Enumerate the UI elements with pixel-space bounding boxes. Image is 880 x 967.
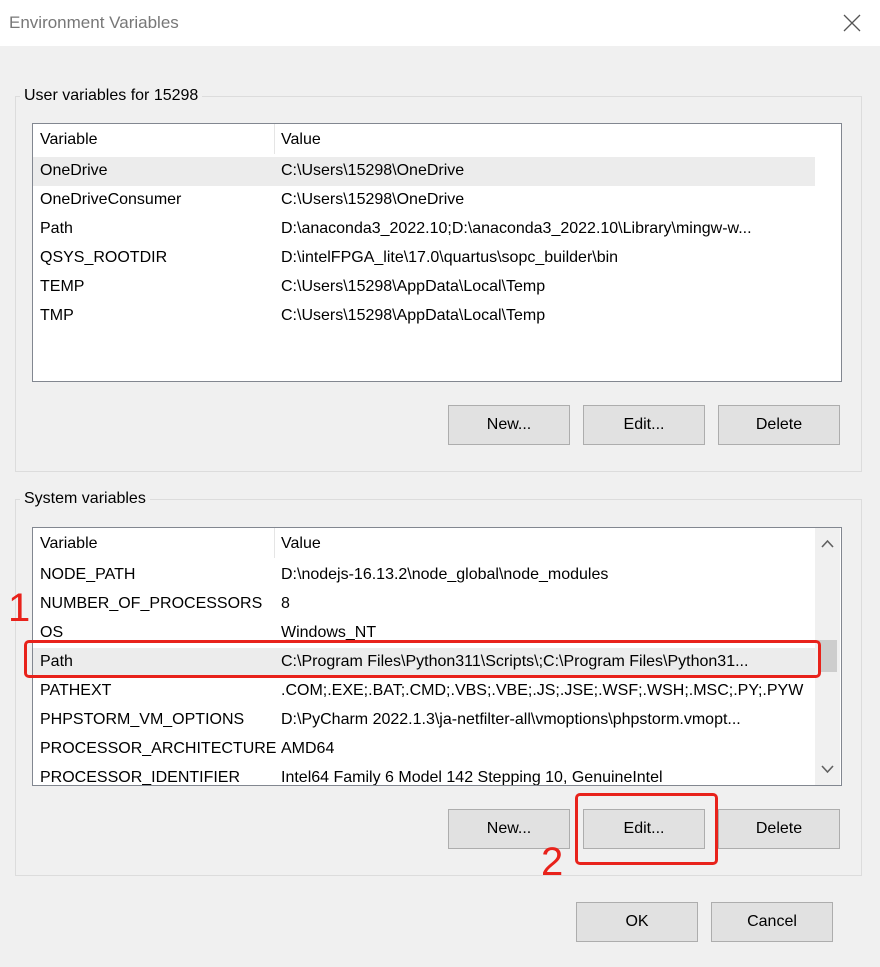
scroll-down-button[interactable] bbox=[815, 755, 840, 785]
variable-name: OneDrive bbox=[40, 162, 108, 179]
cancel-button[interactable]: Cancel bbox=[711, 902, 833, 942]
variable-name: TMP bbox=[40, 307, 74, 324]
annotation-step-1: 1 bbox=[8, 586, 31, 630]
variable-name: NUMBER_OF_PROCESSORS bbox=[40, 595, 263, 612]
user-variables-label: User variables for 15298 bbox=[20, 87, 203, 105]
list-item[interactable]: PROCESSOR_IDENTIFIER Intel64 Family 6 Mo… bbox=[33, 764, 815, 786]
variable-name: TEMP bbox=[40, 278, 85, 295]
scroll-up-button[interactable] bbox=[815, 528, 840, 558]
ok-button[interactable]: OK bbox=[576, 902, 698, 942]
user-delete-button[interactable]: Delete bbox=[718, 405, 840, 445]
variable-value: C:\Users\15298\AppData\Local\Temp bbox=[281, 278, 546, 295]
variable-value: Intel64 Family 6 Model 142 Stepping 10, … bbox=[281, 769, 663, 786]
variable-value: D:\intelFPGA_lite\17.0\quartus\sopc_buil… bbox=[281, 249, 619, 266]
list-item[interactable]: NODE_PATH D:\nodejs-16.13.2\node_global\… bbox=[33, 561, 815, 590]
user-new-button[interactable]: New... bbox=[448, 405, 570, 445]
list-item[interactable]: TMP C:\Users\15298\AppData\Local\Temp bbox=[33, 302, 815, 331]
list-header: Variable Value bbox=[33, 124, 815, 154]
list-item[interactable]: Path D:\anaconda3_2022.10;D:\anaconda3_2… bbox=[33, 215, 815, 244]
annotation-highlight-edit-button bbox=[575, 793, 718, 865]
variable-value: C:\Users\15298\OneDrive bbox=[281, 162, 465, 179]
list-item[interactable]: QSYS_ROOTDIR D:\intelFPGA_lite\17.0\quar… bbox=[33, 244, 815, 273]
variable-value: D:\PyCharm 2022.1.3\ja-netfilter-all\vmo… bbox=[281, 711, 741, 728]
column-header-value[interactable]: Value bbox=[281, 535, 321, 553]
column-header-value[interactable]: Value bbox=[281, 131, 321, 149]
close-icon bbox=[843, 14, 861, 32]
list-item[interactable]: PHPSTORM_VM_OPTIONS D:\PyCharm 2022.1.3\… bbox=[33, 706, 815, 735]
system-delete-button[interactable]: Delete bbox=[718, 809, 840, 849]
annotation-step-2: 2 bbox=[541, 840, 564, 884]
column-separator[interactable] bbox=[274, 124, 275, 154]
column-header-variable[interactable]: Variable bbox=[40, 131, 98, 149]
variable-name: PHPSTORM_VM_OPTIONS bbox=[40, 711, 245, 728]
user-edit-button[interactable]: Edit... bbox=[583, 405, 705, 445]
variable-name: Path bbox=[40, 220, 73, 237]
variable-value: D:\anaconda3_2022.10;D:\anaconda3_2022.1… bbox=[281, 220, 752, 237]
column-header-variable[interactable]: Variable bbox=[40, 535, 98, 553]
user-variables-list[interactable]: Variable Value OneDrive C:\Users\15298\O… bbox=[32, 123, 842, 382]
annotation-highlight-path-row bbox=[24, 640, 821, 678]
variable-value: C:\Users\15298\OneDrive bbox=[281, 191, 465, 208]
close-button[interactable] bbox=[830, 4, 876, 42]
list-item[interactable]: OneDrive C:\Users\15298\OneDrive bbox=[33, 157, 815, 186]
variable-value: AMD64 bbox=[281, 740, 335, 757]
chevron-up-icon bbox=[821, 539, 834, 548]
variable-name: QSYS_ROOTDIR bbox=[40, 249, 168, 266]
variable-value: .COM;.EXE;.BAT;.CMD;.VBS;.VBE;.JS;.JSE;.… bbox=[281, 682, 804, 699]
variable-name: PROCESSOR_IDENTIFIER bbox=[40, 769, 241, 786]
window-title: Environment Variables bbox=[9, 13, 179, 32]
list-header: Variable Value bbox=[33, 528, 815, 558]
variable-value: D:\nodejs-16.13.2\node_global\node_modul… bbox=[281, 566, 609, 583]
list-item[interactable]: TEMP C:\Users\15298\AppData\Local\Temp bbox=[33, 273, 815, 302]
list-item[interactable]: PATHEXT .COM;.EXE;.BAT;.CMD;.VBS;.VBE;.J… bbox=[33, 677, 815, 706]
variable-value: 8 bbox=[281, 595, 290, 612]
list-item[interactable]: OneDriveConsumer C:\Users\15298\OneDrive bbox=[33, 186, 815, 215]
variable-name: PATHEXT bbox=[40, 682, 112, 699]
column-separator[interactable] bbox=[274, 528, 275, 558]
list-item[interactable]: NUMBER_OF_PROCESSORS 8 bbox=[33, 590, 815, 619]
variable-name: PROCESSOR_ARCHITECTURE bbox=[40, 740, 277, 757]
title-bar: Environment Variables bbox=[0, 0, 880, 46]
chevron-down-icon bbox=[821, 765, 834, 774]
system-variables-label: System variables bbox=[20, 490, 150, 508]
list-item[interactable]: PROCESSOR_ARCHITECTURE AMD64 bbox=[33, 735, 815, 764]
variable-name: OneDriveConsumer bbox=[40, 191, 182, 208]
variable-name: NODE_PATH bbox=[40, 566, 136, 583]
variable-value: C:\Users\15298\AppData\Local\Temp bbox=[281, 307, 546, 324]
